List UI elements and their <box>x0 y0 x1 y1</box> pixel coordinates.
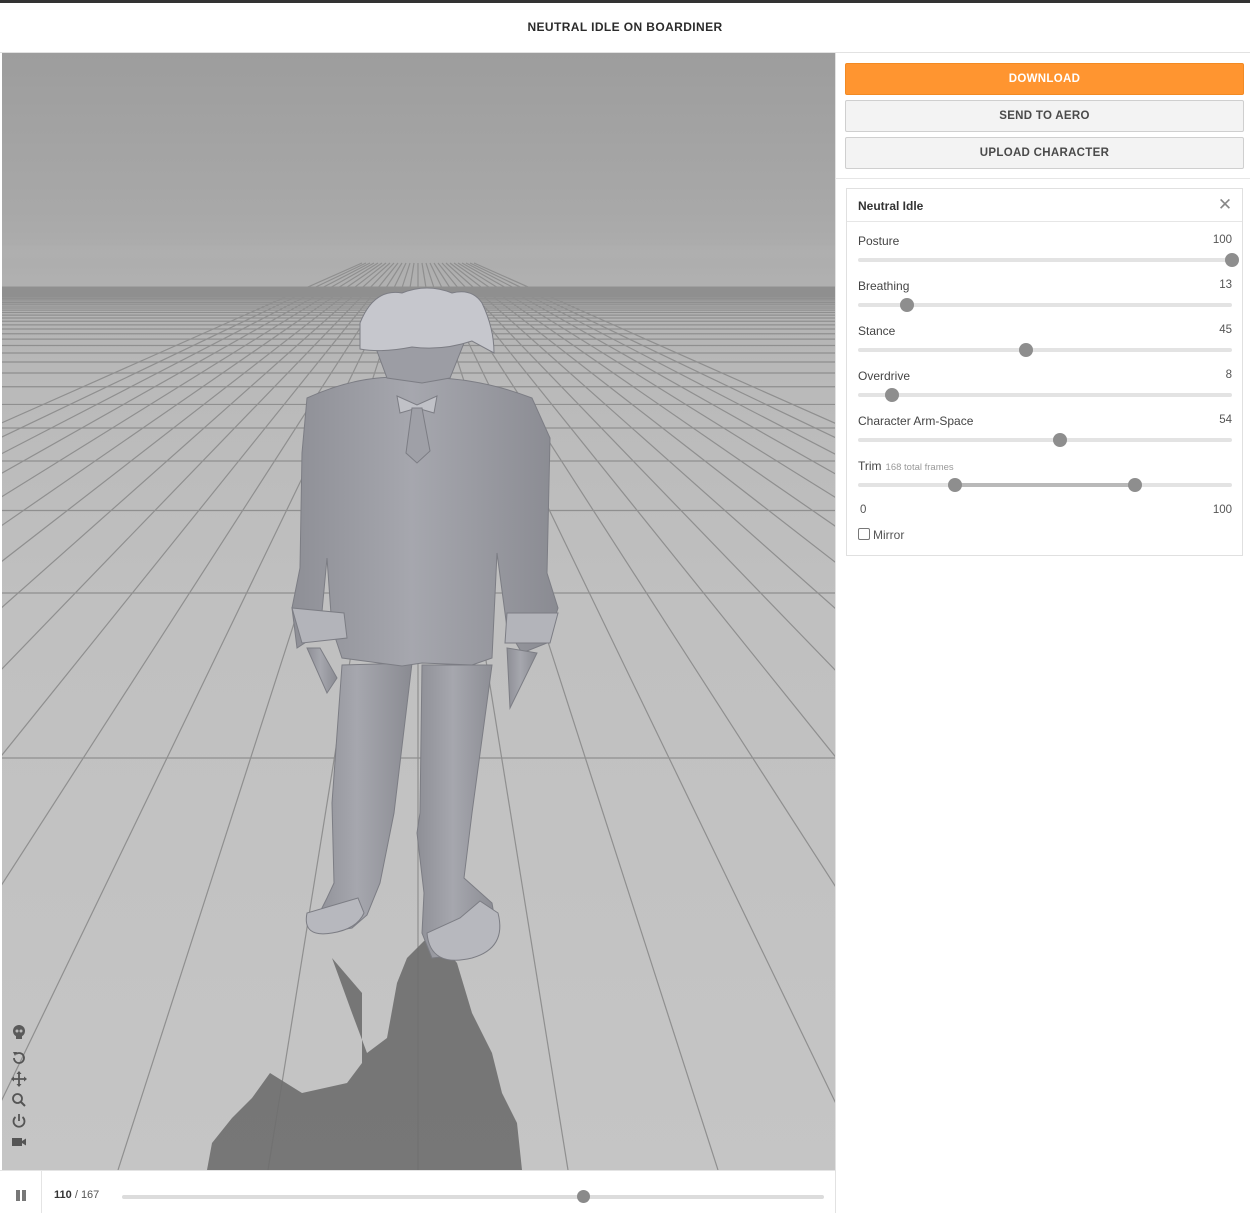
param-value: 45 <box>1219 324 1232 336</box>
power-icon[interactable] <box>10 1112 32 1130</box>
mirror-checkbox[interactable] <box>858 528 870 540</box>
send-to-aero-button[interactable]: SEND TO AERO <box>845 100 1244 132</box>
viewport-toolbar <box>10 1023 34 1154</box>
mirror-toggle[interactable]: Mirror <box>858 528 904 542</box>
skeleton-skull-icon[interactable] <box>10 1023 32 1041</box>
param-value: 8 <box>1225 369 1232 381</box>
pause-button[interactable] <box>0 1171 42 1213</box>
trim-frames-note: 168 total frames <box>885 462 954 473</box>
upload-character-button[interactable]: UPLOAD CHARACTER <box>845 137 1244 169</box>
playback-bar: 110 / 167 <box>0 1170 835 1213</box>
top-bar: NEUTRAL IDLE ON BOARDINER <box>0 0 1250 53</box>
panel-header: Neutral Idle ✕ <box>847 189 1242 222</box>
download-button[interactable]: DOWNLOAD <box>845 63 1244 95</box>
param-character-arm-space: Character Arm-Space 54 <box>858 414 1232 454</box>
slider-thumb[interactable] <box>1225 253 1239 267</box>
animation-settings-panel: Neutral Idle ✕ Posture 100 Breathing 13 … <box>846 188 1243 556</box>
trim-title: Trim <box>858 459 882 473</box>
scene-render <box>2 243 835 1170</box>
param-value: 13 <box>1219 279 1232 291</box>
panel-title: Neutral Idle <box>858 199 924 213</box>
param-stance: Stance 45 <box>858 324 1232 364</box>
posture-slider[interactable] <box>858 253 1239 267</box>
timeline-scrubber[interactable] <box>122 1190 824 1203</box>
breathing-slider[interactable] <box>858 298 1232 312</box>
page-title: NEUTRAL IDLE ON BOARDINER <box>527 20 723 34</box>
param-label: Character Arm-Space <box>858 414 974 428</box>
param-label: Overdrive <box>858 369 911 383</box>
timeline-thumb[interactable] <box>576 1190 590 1203</box>
current-frame: 110 <box>54 1189 72 1201</box>
trim-end-handle[interactable] <box>1127 478 1142 492</box>
param-breathing: Breathing 13 <box>858 279 1232 319</box>
trim-min-label: 0 <box>860 504 867 516</box>
param-value: 54 <box>1219 414 1232 426</box>
zoom-search-icon[interactable] <box>10 1091 32 1109</box>
sidebar: DOWNLOAD SEND TO AERO UPLOAD CHARACTER N… <box>835 53 1250 1213</box>
param-value: 100 <box>1212 234 1232 246</box>
slider-thumb[interactable] <box>1019 343 1034 357</box>
param-label: Stance <box>858 324 896 338</box>
character-arm-space-slider[interactable] <box>858 433 1232 447</box>
param-trim: Trim 168 total frames 0 100 <box>858 459 1232 519</box>
param-label: Posture <box>858 234 900 248</box>
trim-label: Trim 168 total frames <box>858 459 954 473</box>
param-posture: Posture 100 <box>858 234 1239 274</box>
3d-viewport[interactable] <box>2 53 835 1170</box>
trim-selected-range <box>955 483 1135 487</box>
close-icon[interactable]: ✕ <box>1216 196 1234 214</box>
trim-max-label: 100 <box>1212 504 1232 516</box>
camera-video-icon[interactable] <box>10 1133 32 1151</box>
reset-rotate-icon[interactable] <box>10 1049 32 1067</box>
overdrive-slider[interactable] <box>858 388 1232 402</box>
pan-move-icon[interactable] <box>10 1070 32 1088</box>
mirror-label: Mirror <box>873 528 905 542</box>
character-shadow <box>207 933 522 1170</box>
stance-slider[interactable] <box>858 343 1232 357</box>
slider-thumb[interactable] <box>1052 433 1067 447</box>
trim-range-slider[interactable] <box>858 478 1232 492</box>
frame-separator: / <box>74 1189 78 1201</box>
slider-thumb[interactable] <box>899 298 914 312</box>
frame-counter: 110 / 167 <box>54 1189 99 1201</box>
param-label: Breathing <box>858 279 910 293</box>
slider-thumb[interactable] <box>884 388 899 402</box>
param-overdrive: Overdrive 8 <box>858 369 1232 409</box>
trim-start-handle[interactable] <box>948 478 963 492</box>
divider <box>836 178 1250 179</box>
total-frames: 167 <box>80 1189 100 1201</box>
